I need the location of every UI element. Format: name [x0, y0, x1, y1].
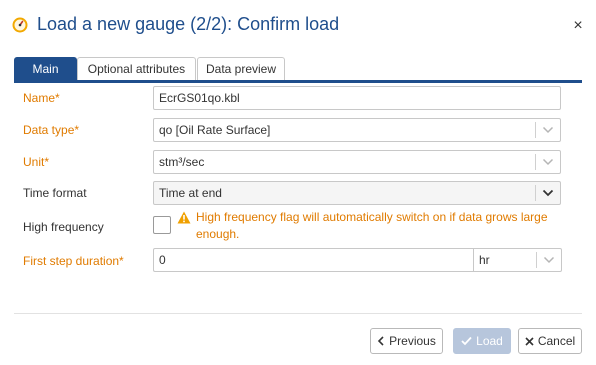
data-type-label: Data type*	[23, 123, 80, 137]
data-type-select[interactable]: qo [Oil Rate Surface]	[153, 118, 561, 142]
load-label: Load	[476, 334, 503, 348]
previous-button[interactable]: Previous	[370, 328, 443, 354]
unit-value: stm³/sec	[159, 155, 205, 169]
high-frequency-label: High frequency	[23, 220, 104, 234]
first-step-duration-label: First step duration*	[23, 254, 124, 268]
tab-main[interactable]: Main	[14, 57, 77, 80]
first-step-unit-select[interactable]: hr	[473, 248, 562, 272]
tab-optional-attributes[interactable]: Optional attributes	[77, 57, 196, 80]
chevron-left-icon	[378, 336, 384, 346]
close-button[interactable]: ×	[568, 16, 588, 36]
chevron-down-icon	[543, 256, 555, 264]
gauge-icon	[12, 17, 28, 33]
footer-divider	[14, 313, 582, 314]
unit-select[interactable]: stm³/sec	[153, 150, 561, 174]
select-divider	[536, 252, 537, 268]
data-type-value: qo [Oil Rate Surface]	[159, 123, 271, 137]
previous-label: Previous	[389, 334, 436, 348]
select-divider	[535, 154, 536, 170]
time-format-select[interactable]: Time at end	[153, 181, 561, 205]
name-input[interactable]: EcrGS01qo.kbl	[153, 86, 561, 110]
unit-label: Unit*	[23, 155, 50, 169]
load-button[interactable]: Load	[453, 328, 511, 354]
select-divider	[535, 185, 536, 201]
name-label: Name*	[23, 91, 60, 105]
first-step-unit-value: hr	[479, 253, 490, 267]
high-frequency-warning: High frequency flag will automatically s…	[196, 210, 548, 241]
time-format-value: Time at end	[159, 186, 222, 200]
cancel-button[interactable]: Cancel	[518, 328, 582, 354]
time-format-label: Time format	[23, 186, 87, 200]
tab-underline	[14, 80, 582, 83]
warning-triangle-icon	[177, 211, 191, 224]
dialog-titlebar: Load a new gauge (2/2): Confirm load ×	[0, 0, 596, 52]
select-divider	[535, 122, 536, 138]
chevron-down-icon	[542, 189, 554, 197]
dialog-title: Load a new gauge (2/2): Confirm load	[37, 14, 340, 34]
high-frequency-checkbox[interactable]	[153, 216, 171, 234]
tab-data-preview[interactable]: Data preview	[197, 57, 285, 80]
check-icon	[461, 336, 472, 346]
chevron-down-icon	[542, 126, 554, 134]
chevron-down-icon	[542, 158, 554, 166]
x-icon	[525, 337, 534, 346]
cancel-label: Cancel	[537, 334, 576, 348]
first-step-duration-input[interactable]: 0	[153, 248, 473, 272]
